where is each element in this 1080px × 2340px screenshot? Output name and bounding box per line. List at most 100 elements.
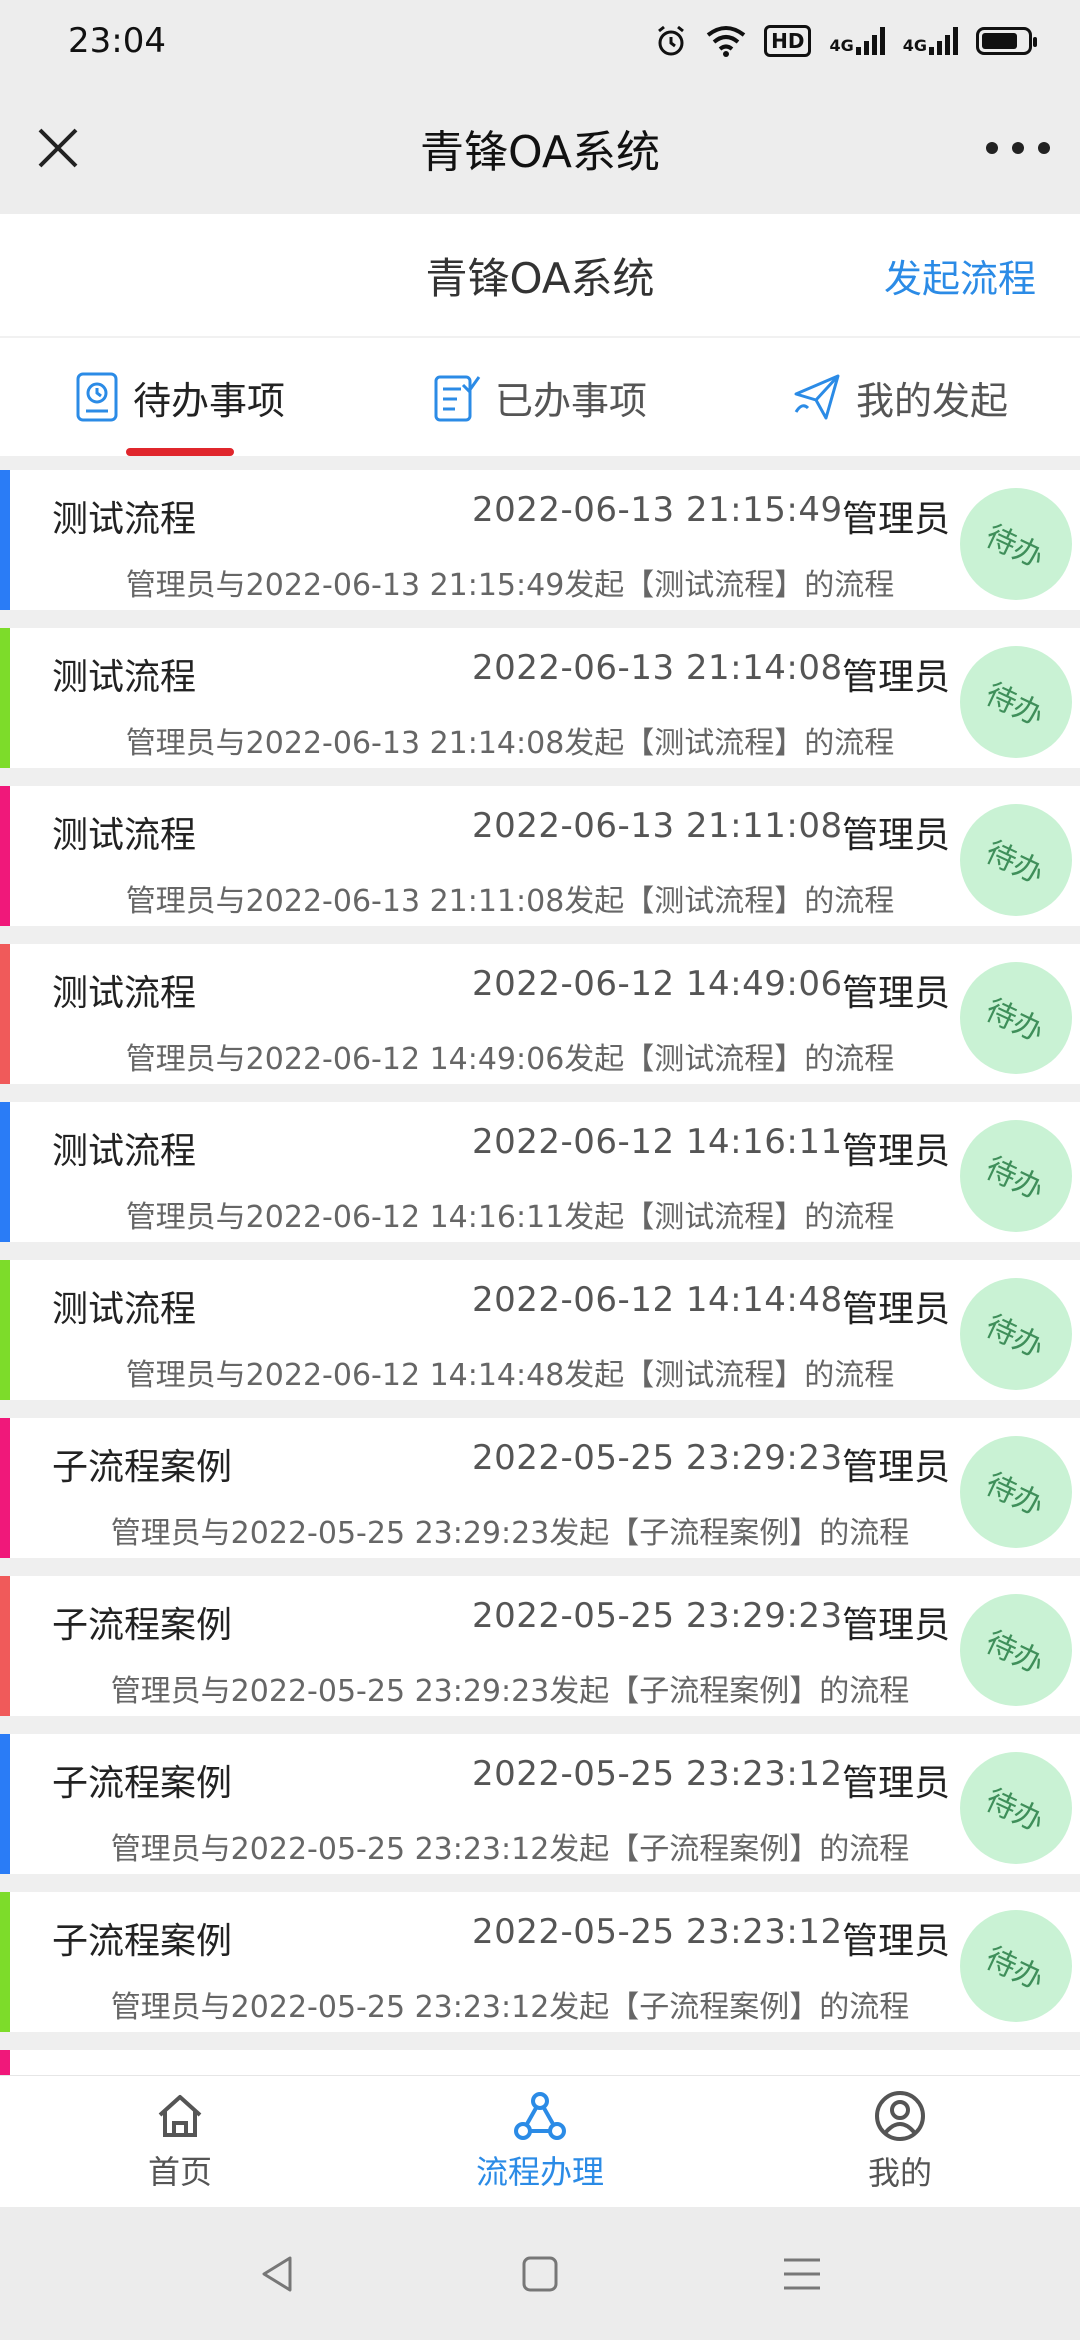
item-time: 2022-06-12 14:14:48 [472,1280,843,1320]
window-title: 青锋OA系统 [420,127,660,178]
item-user: 管理员 [842,815,951,856]
list-item[interactable]: 测试流程 2022-06-13 21:14:08 管理员 管理员与2022-06… [0,628,1080,768]
item-desc: 管理员与2022-06-12 14:49:06发起【测试流程】的流程 [125,1042,895,1077]
status-badge: 待办 [960,1436,1072,1548]
network-type-2: 4G [902,36,927,55]
system-nav-bar [0,2207,1080,2340]
tab-mine-label: 我的发起 [855,378,1008,423]
nav-me-label: 我的 [867,2153,932,2192]
list-item[interactable]: 子流程案例 2022-05-25 23:23:12 管理员 管理员与2022-0… [0,1734,1080,1874]
status-badge: 待办 [960,804,1072,916]
home-button-icon[interactable] [520,2254,560,2294]
item-time: 2022-05-25 23:23:12 [472,1912,843,1952]
status-badge-label: 待办 [979,992,1050,1050]
item-desc: 管理员与2022-06-12 14:14:48发起【测试流程】的流程 [125,1358,895,1393]
item-desc: 管理员与2022-06-13 21:11:08发起【测试流程】的流程 [125,884,895,919]
status-badge-label: 待办 [979,1624,1050,1682]
tab-todo[interactable]: 待办事项 [0,338,360,456]
hd-badge: HD [764,25,812,57]
list-item[interactable]: 子流程案例 2022-05-25 23:29:23 管理员 管理员与2022-0… [0,1418,1080,1558]
user-icon [875,2090,925,2141]
status-badge: 待办 [960,646,1072,758]
list-item[interactable]: 测试流程 2022-06-12 14:14:48 管理员 管理员与2022-06… [0,1260,1080,1400]
status-badge-label: 待办 [979,676,1050,734]
tab-active-indicator [126,448,234,456]
list-item-partial[interactable] [0,2050,1080,2075]
item-user: 管理员 [842,1921,951,1962]
list-item[interactable]: 测试流程 2022-06-12 14:49:06 管理员 管理员与2022-06… [0,944,1080,1084]
tab-todo-label: 待办事项 [132,378,285,423]
more-icon[interactable] [986,126,1050,170]
list-item[interactable]: 测试流程 2022-06-12 14:16:11 管理员 管理员与2022-06… [0,1102,1080,1242]
bottom-nav: 首页 流程办理 我的 [0,2075,1080,2207]
status-badge-label: 待办 [979,1940,1050,1998]
tab-mine[interactable]: 我的发起 [720,338,1080,456]
status-badge-label: 待办 [979,834,1050,892]
item-time: 2022-06-12 14:49:06 [472,964,843,1004]
list-item[interactable]: 子流程案例 2022-05-25 23:29:23 管理员 管理员与2022-0… [0,1576,1080,1716]
item-time: 2022-05-25 23:29:23 [472,1438,843,1478]
tab-done-label: 已办事项 [494,378,647,423]
nav-home-label: 首页 [147,2152,212,2191]
item-desc: 管理员与2022-05-25 23:23:12发起【子流程案例】的流程 [110,1832,910,1867]
back-icon[interactable] [256,2252,300,2296]
done-icon [434,375,481,422]
status-badge-label: 待办 [979,1782,1050,1840]
flow-icon [514,2091,566,2140]
list-item[interactable]: 子流程案例 2022-05-25 23:23:12 管理员 管理员与2022-0… [0,1892,1080,2032]
title-bar: 青锋OA系统 [0,82,1080,214]
status-badge: 待办 [960,1910,1072,2022]
item-desc: 管理员与2022-05-25 23:23:12发起【子流程案例】的流程 [110,1990,910,2025]
item-name: 测试流程 [52,973,197,1014]
status-badge: 待办 [960,1120,1072,1232]
send-icon [794,374,840,420]
status-bar: 23:04 HD 4G 4G [0,0,1080,82]
item-name: 测试流程 [52,499,197,540]
status-badge: 待办 [960,1594,1072,1706]
status-badge: 待办 [960,488,1072,600]
item-user: 管理员 [842,1605,951,1646]
menu-icon[interactable] [780,2254,824,2294]
item-desc: 管理员与2022-05-25 23:29:23发起【子流程案例】的流程 [110,1516,910,1551]
item-name: 测试流程 [52,815,197,856]
item-user: 管理员 [842,1131,951,1172]
tab-done[interactable]: 已办事项 [360,338,720,456]
status-badge: 待办 [960,962,1072,1074]
list-item[interactable]: 测试流程 2022-06-13 21:15:49 管理员 管理员与2022-06… [0,470,1080,610]
network-type-1: 4G [829,36,854,55]
app-header: 青锋OA系统 发起流程 [0,214,1080,338]
item-name: 子流程案例 [52,1763,233,1804]
page-title: 青锋OA系统 [425,253,655,303]
item-user: 管理员 [842,973,951,1014]
item-user: 管理员 [842,657,951,698]
item-user: 管理员 [842,1289,951,1330]
status-badge-label: 待办 [979,1466,1050,1524]
item-user: 管理员 [842,499,951,540]
item-name: 测试流程 [52,1289,197,1330]
item-time: 2022-06-13 21:15:49 [472,490,843,530]
item-name: 子流程案例 [52,1447,233,1488]
item-time: 2022-05-25 23:23:12 [472,1754,843,1794]
nav-me[interactable]: 我的 [720,2076,1080,2207]
signal-icon: 4G [829,27,885,55]
signal-icon-2: 4G [903,27,958,55]
item-name: 测试流程 [52,657,197,698]
alarm-icon [658,25,685,56]
nav-flow-label: 流程办理 [475,2152,604,2191]
todo-icon [76,372,118,422]
item-time: 2022-05-25 23:29:23 [472,1596,843,1636]
item-desc: 管理员与2022-06-12 14:16:11发起【测试流程】的流程 [125,1200,895,1235]
item-name: 子流程案例 [52,1605,233,1646]
list-item[interactable]: 测试流程 2022-06-13 21:11:08 管理员 管理员与2022-06… [0,786,1080,926]
status-icons: HD 4G 4G [654,24,1037,58]
item-name: 测试流程 [52,1131,197,1172]
home-icon [158,2094,202,2137]
status-badge-label: 待办 [979,1308,1050,1366]
start-process-link[interactable]: 发起流程 [884,248,1036,303]
close-icon[interactable] [30,120,86,176]
nav-home[interactable]: 首页 [0,2076,360,2207]
status-badge-label: 待办 [979,518,1050,576]
item-name: 子流程案例 [52,1921,233,1962]
nav-flow[interactable]: 流程办理 [360,2076,720,2207]
todo-list: 测试流程 2022-06-13 21:15:49 管理员 管理员与2022-06… [0,470,1080,2075]
